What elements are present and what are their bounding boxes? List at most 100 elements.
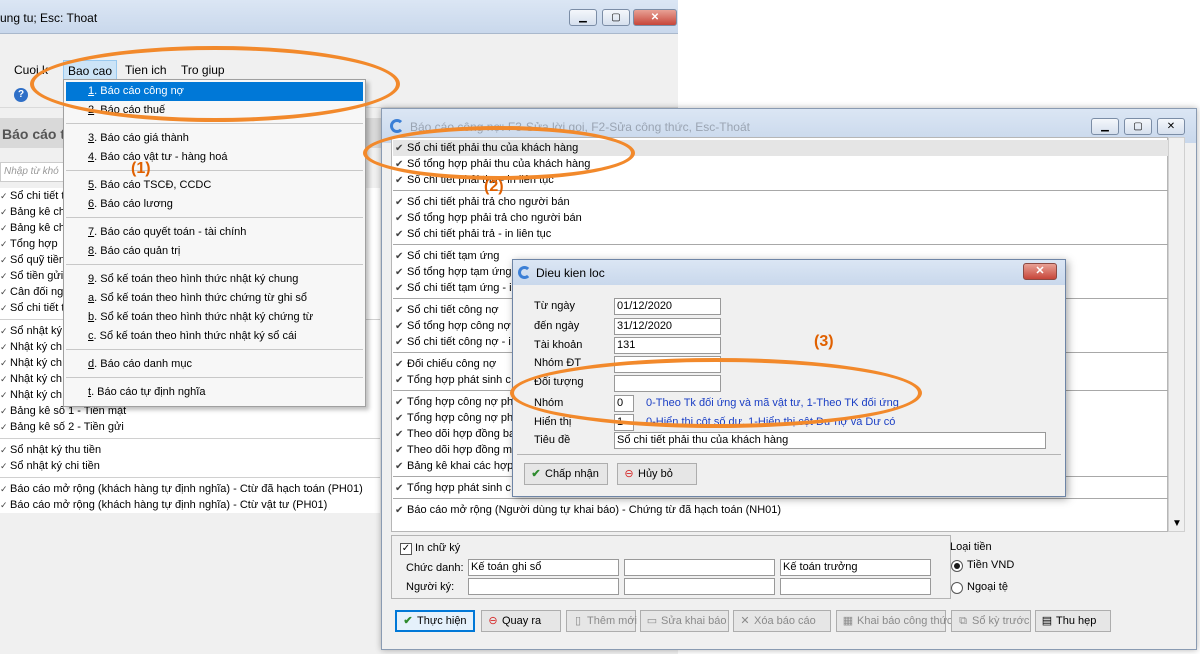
section-title: Báo cáo t bbox=[2, 126, 66, 142]
collapse-icon: ▤ bbox=[1041, 615, 1053, 627]
dropdown-item[interactable]: 9. Sổ kế toán theo hình thức nhật ký chu… bbox=[66, 270, 363, 289]
dropdown-item-label: . Báo cáo quyết toán - tài chính bbox=[94, 226, 247, 238]
formula-button[interactable]: ▦ Khai báo công thức bbox=[836, 610, 952, 632]
list-item-label: Sổ nhật ký thu tiền bbox=[10, 444, 102, 456]
maximize-button[interactable]: ▢ bbox=[602, 9, 630, 26]
list-item-label: Sổ chi tiết t bbox=[10, 302, 65, 314]
dropdown-item[interactable]: 5. Báo cáo TSCĐ, CCDC bbox=[66, 176, 363, 195]
dropdown-item[interactable]: 6. Báo cáo lương bbox=[66, 195, 363, 214]
help-icon[interactable]: ? bbox=[14, 88, 28, 102]
execute-button[interactable]: ✔ Thực hiện bbox=[395, 610, 475, 632]
list-item-label: Nhật ký ch bbox=[10, 373, 62, 385]
list-item[interactable]: ✓ Bảng kê số 2 - Tiền gửi bbox=[0, 419, 380, 435]
prior-period-button[interactable]: ⧉ Sổ kỳ trước bbox=[951, 610, 1031, 632]
dropdown-item[interactable]: 7. Báo cáo quyết toán - tài chính bbox=[66, 223, 363, 242]
annotation-ellipse-3 bbox=[510, 358, 922, 428]
currency-foreign-radio[interactable] bbox=[951, 582, 963, 594]
to-date-label: đến ngày bbox=[534, 320, 580, 332]
dropdown-item[interactable]: c. Sổ kế toán theo hình thức nhật ký sổ … bbox=[66, 327, 363, 346]
back-icon: ⊖ bbox=[488, 615, 498, 627]
currency-foreign-label[interactable]: Ngoại tệ bbox=[967, 581, 1008, 593]
dropdown-item[interactable]: t. Báo cáo tự định nghĩa bbox=[66, 383, 363, 402]
check-icon: ✔ bbox=[395, 175, 404, 186]
signer-field-2[interactable] bbox=[624, 578, 775, 595]
dropdown-item[interactable]: a. Sổ kế toán theo hình thức chứng từ gh… bbox=[66, 289, 363, 308]
dropdown-item-label: . Báo cáo quản trị bbox=[94, 245, 181, 257]
caption-field[interactable]: Sổ chi tiết phải thu của khách hàng bbox=[614, 432, 1046, 449]
filter-close-button[interactable]: ✕ bbox=[1023, 263, 1057, 280]
close-button[interactable]: ✕ bbox=[633, 9, 677, 26]
list-item-label: Sổ nhật ký bbox=[10, 325, 62, 337]
report-row-label: Sổ chi tiết công nợ - i bbox=[407, 336, 511, 348]
check-icon: ✔ bbox=[395, 505, 404, 516]
check-icon: ✔ bbox=[395, 445, 404, 456]
dropdown-item-label: . Sổ kế toán theo hình thức nhật ký chứn… bbox=[94, 311, 314, 323]
dropdown-item[interactable]: 8. Báo cáo quản trị bbox=[66, 242, 363, 261]
button-label: Quay ra bbox=[502, 615, 542, 627]
checkmark-icon: ✔ bbox=[403, 615, 413, 627]
list-item[interactable]: ✓ Báo cáo mở rộng (khách hàng tự định ngh… bbox=[0, 481, 380, 497]
report-maximize-button[interactable]: ▢ bbox=[1124, 118, 1152, 135]
report-list-scrollbar[interactable]: ▼ bbox=[1168, 137, 1185, 532]
currency-vnd-radio[interactable] bbox=[951, 560, 963, 572]
report-row-label: Đối chiếu công nợ bbox=[407, 358, 497, 370]
from-date-field[interactable]: 01/12/2020 bbox=[614, 298, 721, 315]
report-row-label: Sổ tổng hợp tạm ứng bbox=[407, 266, 512, 278]
report-row[interactable]: ✔ Báo cáo mở rộng (Người dùng tự khai báo… bbox=[393, 502, 1168, 518]
report-close-button[interactable]: ✕ bbox=[1157, 118, 1185, 135]
report-row-label: Tổng hợp công nợ ph bbox=[407, 396, 514, 408]
check-icon: ✔ bbox=[395, 429, 404, 440]
minimize-button[interactable]: ▁ bbox=[569, 9, 597, 26]
check-icon: ✓ bbox=[0, 406, 8, 416]
list-item[interactable]: ✓ Sổ nhật ký thu tiền bbox=[0, 442, 380, 458]
accept-label: Chấp nhận bbox=[545, 468, 599, 480]
report-row[interactable]: ✔ Sổ chi tiết phải trả - in liên tục bbox=[393, 226, 1168, 242]
dropdown-item[interactable]: d. Báo cáo danh mục bbox=[66, 355, 363, 374]
cancel-button[interactable]: ⊖ Hủy bỏ bbox=[617, 463, 697, 485]
list-item[interactable]: ✓ Sổ nhật ký chi tiền bbox=[0, 458, 380, 474]
report-row-label: Sổ tổng hợp công nợ bbox=[407, 320, 511, 332]
add-new-button[interactable]: ▯ Thêm mới bbox=[566, 610, 637, 632]
back-button[interactable]: ⊖ Quay ra bbox=[481, 610, 561, 632]
new-document-icon: ▯ bbox=[574, 615, 582, 627]
report-row[interactable]: ✔ Sổ tổng hợp phải trả cho người bán bbox=[393, 210, 1168, 226]
display-label: Hiển thị bbox=[534, 416, 572, 428]
dropdown-item-label: . Báo cáo vật tư - hàng hoá bbox=[94, 151, 228, 163]
chevron-down-icon[interactable]: ▼ bbox=[1172, 518, 1182, 529]
report-row-label: Theo dõi hợp đồng m bbox=[407, 444, 513, 456]
currency-vnd-label[interactable]: Tiền VND bbox=[967, 559, 1014, 571]
annotation-label-3: (3) bbox=[814, 333, 834, 350]
currency-group: Loại tiền Tiền VND Ngoại tệ bbox=[950, 541, 1070, 601]
dropdown-divider bbox=[66, 264, 363, 265]
report-row-label: Sổ chi tiết công nợ bbox=[407, 304, 499, 316]
account-field[interactable]: 131 bbox=[614, 337, 721, 354]
report-row[interactable]: ✔ Sổ chi tiết phải trả cho người bán bbox=[393, 194, 1168, 210]
collapse-button[interactable]: ▤ Thu hẹp bbox=[1035, 610, 1111, 632]
title-field-3[interactable]: Kế toán trưởng bbox=[780, 559, 931, 576]
list-divider bbox=[0, 474, 380, 478]
edit-button[interactable]: ▭ Sửa khai báo bbox=[640, 610, 729, 632]
dropdown-item[interactable]: 3. Báo cáo giá thành bbox=[66, 129, 363, 148]
dropdown-item[interactable]: b. Sổ kế toán theo hình thức nhật ký chứ… bbox=[66, 308, 363, 327]
accept-button[interactable]: ✔ Chấp nhận bbox=[524, 463, 608, 485]
check-icon: ✔ bbox=[395, 321, 404, 332]
list-item-label: Sổ tiền gửi bbox=[10, 270, 64, 282]
signer-field-1[interactable] bbox=[468, 578, 619, 595]
delete-report-button[interactable]: ✕ Xóa báo cáo bbox=[733, 610, 831, 632]
keyword-filter-input[interactable]: Nhập từ khó bbox=[0, 162, 70, 182]
title-field-2[interactable] bbox=[624, 559, 775, 576]
annotation-label-2: (2) bbox=[484, 178, 504, 195]
signer-field-3[interactable] bbox=[780, 578, 931, 595]
list-item[interactable]: ✓ Báo cáo mở rộng (khách hàng tự định ngh… bbox=[0, 497, 380, 513]
title-field-1[interactable]: Kế toán ghi sổ bbox=[468, 559, 619, 576]
dropdown-item-label: . Sổ kế toán theo hình thức nhật ký chun… bbox=[94, 273, 299, 285]
annotation-label-1: (1) bbox=[131, 160, 151, 177]
report-minimize-button[interactable]: ▁ bbox=[1091, 118, 1119, 135]
check-icon: ✔ bbox=[395, 359, 404, 370]
keyword-filter-placeholder: Nhập từ khó bbox=[4, 166, 59, 177]
report-row-label: Tổng hợp phát sinh c bbox=[407, 482, 511, 494]
dropdown-item[interactable]: 4. Báo cáo vật tư - hàng hoá bbox=[66, 148, 363, 167]
button-label: Thực hiện bbox=[417, 615, 467, 627]
print-signature-checkbox[interactable]: ✓ bbox=[400, 543, 412, 555]
to-date-field[interactable]: 31/12/2020 bbox=[614, 318, 721, 335]
